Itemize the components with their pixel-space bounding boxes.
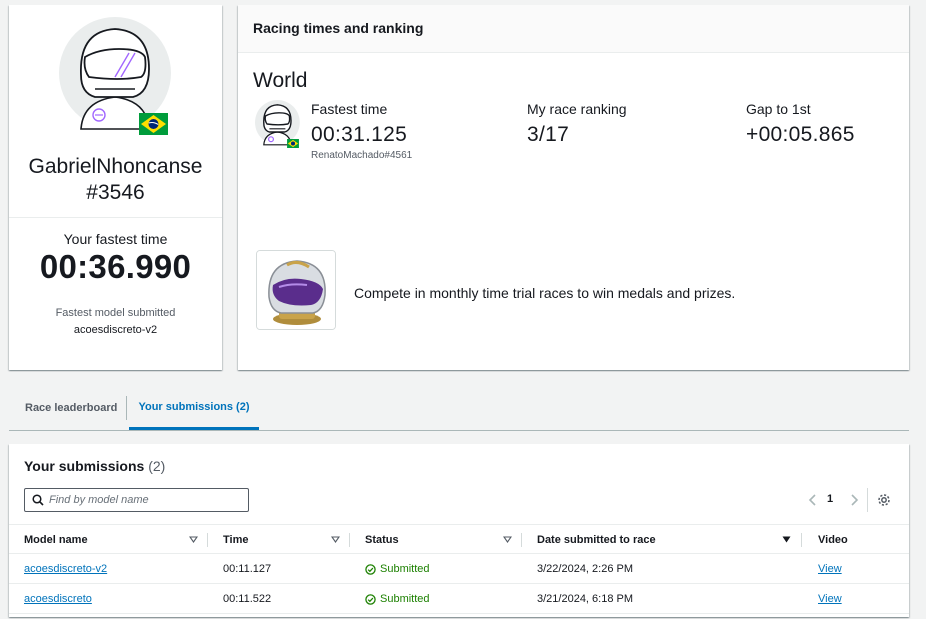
table-row: acoesdiscreto 00:11.522 Submitted 3/21/2… [9,584,909,614]
sort-caret-icon[interactable] [189,536,198,543]
date-cell: 3/22/2024, 2:26 PM [537,563,634,575]
table-row: acoesdiscreto-v2 00:11.127 Submitted 3/2… [9,554,909,584]
search-icon [32,494,44,506]
column-header-model-name[interactable]: Model name [24,525,88,555]
fastest-model-value: acoesdiscreto-v2 [73,324,158,336]
tab-your-submissions[interactable]: Your submissions (2) [129,386,259,430]
card-title: Racing times and ranking [253,20,424,36]
column-divider [801,533,802,547]
view-video-link[interactable]: View [818,593,842,605]
submissions-title: Your submissions (2) [24,458,165,474]
fastest-time-label: Fastest time [311,101,388,117]
gear-icon[interactable] [876,492,892,508]
time-cell: 00:11.522 [223,593,272,605]
racing-times-card: Racing times and ranking World Fastest t… [238,5,909,370]
column-divider [207,533,208,547]
divider [867,488,868,512]
racer-number: #3546 [86,181,145,204]
divider [9,217,222,218]
status-text: Submitted [380,593,430,605]
sort-caret-icon[interactable] [331,536,340,543]
leader-avatar [255,100,301,148]
model-name-link[interactable]: acoesdiscreto [24,593,92,605]
date-cell: 3/21/2024, 6:18 PM [537,593,634,605]
table-header: Model name Time Status Date submitted to… [9,524,909,554]
sort-caret-active-icon[interactable] [782,536,791,543]
submissions-table-card: Your submissions (2) 1 Model name Time S… [9,444,909,617]
compete-message: Compete in monthly time trial races to w… [354,285,736,301]
status-text: Submitted [380,563,430,575]
sort-caret-icon[interactable] [503,536,512,543]
submissions-title-text: Your submissions [24,458,145,474]
fastest-time-label: Your fastest time [63,231,168,247]
column-divider [521,533,522,547]
success-check-icon [365,593,376,605]
status-cell: Submitted [365,584,430,614]
status-cell: Submitted [365,554,430,584]
column-header-video: Video [818,534,848,546]
card-header: Racing times and ranking [238,5,909,53]
success-check-icon [365,563,376,575]
chevron-right-icon[interactable] [847,492,861,508]
current-page[interactable]: 1 [827,493,833,505]
fastest-time-value: 00:31.125 [311,123,408,146]
column-header-time[interactable]: Time [223,525,248,555]
search-box[interactable] [24,488,249,512]
tab-race-leaderboard[interactable]: Race leaderboard [25,386,117,430]
chevron-left-icon[interactable] [806,492,820,508]
model-name-link[interactable]: acoesdiscreto-v2 [24,563,107,575]
medal-helmet-image [256,250,336,330]
region-title: World [253,69,308,92]
fastest-model-label: Fastest model submitted [55,307,176,319]
brazil-flag-icon [139,113,168,135]
racer-name: GabrielNhoncanse [28,155,203,178]
fastest-time-value: 00:36.990 [39,248,192,285]
racer-avatar [59,17,171,135]
race-ranking-value: 3/17 [527,123,570,146]
tab-divider [126,396,127,420]
tab-bar: Race leaderboard Your submissions (2) [9,386,909,431]
race-ranking-label: My race ranking [527,101,627,117]
column-divider [349,533,350,547]
gap-value: +00:05.865 [746,123,855,146]
time-cell: 00:11.127 [223,563,272,575]
view-video-link[interactable]: View [818,563,842,575]
brazil-flag-icon [287,139,299,148]
submissions-count: (2) [148,458,166,474]
column-header-status[interactable]: Status [365,525,399,555]
search-input[interactable] [49,491,244,509]
gap-label: Gap to 1st [746,101,811,117]
column-header-date-submitted[interactable]: Date submitted to race [537,525,656,555]
profile-card: GabrielNhoncanse #3546 Your fastest time… [9,5,222,370]
fastest-time-holder: RenatoMachado#4561 [311,150,413,161]
